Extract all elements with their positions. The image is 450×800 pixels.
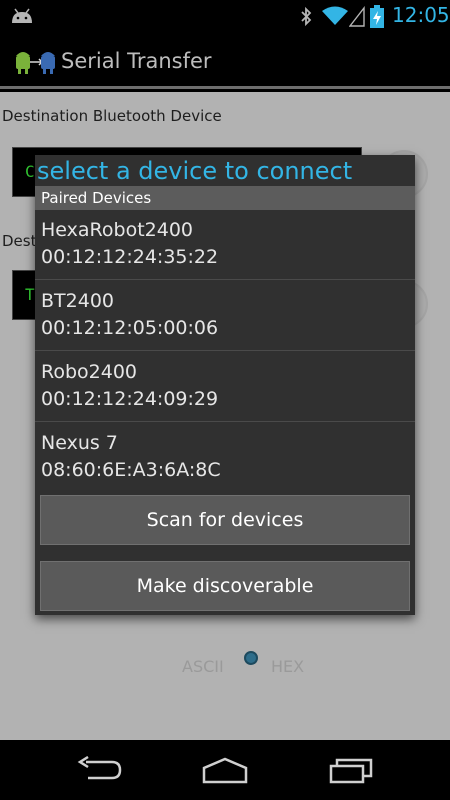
dialog-title: select a device to connect: [37, 157, 353, 185]
device-list: HexaRobot2400 00:12:12:24:35:22 BT2400 0…: [35, 210, 415, 492]
device-item-hexarobot2400[interactable]: HexaRobot2400 00:12:12:24:35:22: [35, 210, 415, 280]
battery-charging-icon: [370, 5, 384, 28]
navigation-bar: [0, 740, 450, 800]
destination-label: Destination Bluetooth Device: [2, 107, 222, 125]
wifi-icon: [322, 6, 348, 25]
device-picker-dialog: select a device to connect Paired Device…: [35, 155, 415, 615]
device-address: 00:12:12:05:00:06: [41, 317, 219, 339]
signal-icon: [349, 6, 365, 27]
device-item-robo2400[interactable]: Robo2400 00:12:12:24:09:29: [35, 352, 415, 422]
device-item-nexus-7[interactable]: Nexus 7 08:60:6E:A3:6A:8C: [35, 423, 415, 493]
app-title: Serial Transfer: [61, 49, 212, 73]
device-address: 08:60:6E:A3:6A:8C: [41, 459, 221, 481]
second-label: Dest: [2, 232, 37, 250]
device-address: 00:12:12:24:09:29: [41, 388, 219, 410]
recent-apps-icon[interactable]: [329, 756, 375, 784]
device-item-bt2400[interactable]: BT2400 00:12:12:05:00:06: [35, 281, 415, 351]
device-name: Robo2400: [41, 361, 138, 383]
android-logo-icon: [16, 52, 55, 74]
device-name: Nexus 7: [41, 432, 118, 454]
bluetooth-icon: [301, 6, 312, 27]
ascii-radio-label[interactable]: ASCII: [182, 657, 224, 676]
android-debug-icon: [12, 8, 32, 23]
hex-radio-label[interactable]: HEX: [271, 657, 304, 676]
device-name: BT2400: [41, 290, 114, 312]
make-discoverable-button[interactable]: Make discoverable: [40, 561, 410, 611]
action-bar: Serial Transfer: [0, 33, 450, 89]
status-bar: 12:05: [0, 0, 450, 33]
home-icon[interactable]: [201, 756, 249, 784]
scan-for-devices-button[interactable]: Scan for devices: [40, 495, 410, 545]
destination-value: C: [25, 162, 35, 181]
device-address: 00:12:12:24:35:22: [41, 246, 219, 268]
transmit-value: T: [25, 285, 35, 304]
back-icon[interactable]: [76, 756, 122, 784]
paired-devices-header: Paired Devices: [35, 186, 415, 210]
status-clock: 12:05: [392, 3, 450, 27]
device-name: HexaRobot2400: [41, 219, 193, 241]
hex-radio[interactable]: [244, 651, 258, 665]
